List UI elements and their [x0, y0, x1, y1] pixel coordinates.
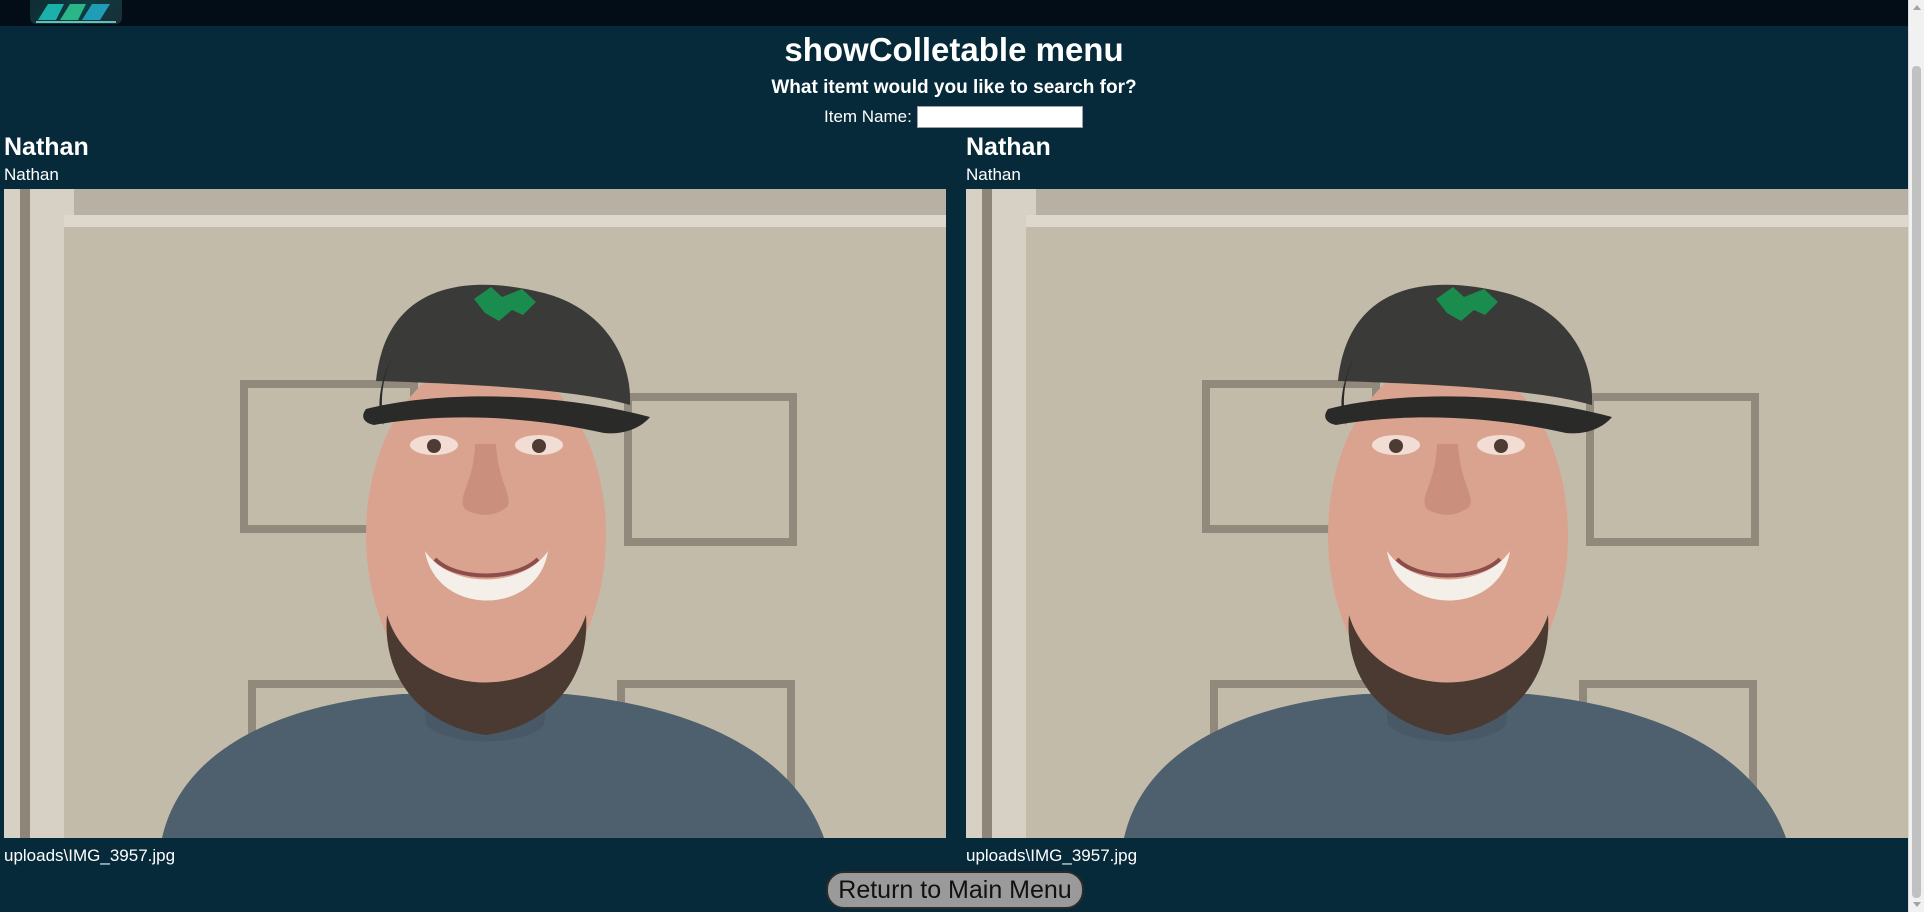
scrollbar-thumb[interactable] [1912, 66, 1921, 898]
app-logo-icon[interactable] [30, 0, 122, 24]
search-prompt: What itemt would you like to search for? [771, 77, 1137, 98]
collectable-photo [966, 189, 1908, 838]
collectable-subtitle: Nathan [4, 165, 59, 184]
collectable-card: Nathan Nathan uploads\IMG_3957.jpg [966, 131, 1908, 867]
collectable-image-path: uploads\IMG_3957.jpg [4, 846, 176, 865]
top-bar [0, 0, 1908, 26]
vertical-scrollbar[interactable] [1908, 0, 1924, 912]
item-name-input[interactable] [916, 106, 1083, 128]
return-to-main-menu-button[interactable]: Return to Main Menu [826, 871, 1084, 909]
page: showColletable menu What itemt would you… [0, 0, 1924, 912]
scroll-up-icon[interactable] [1913, 5, 1921, 10]
collectable-image-path: uploads\IMG_3957.jpg [966, 846, 1138, 865]
collectable-subtitle: Nathan [966, 165, 1021, 184]
scroll-down-icon[interactable] [1913, 902, 1921, 907]
collectable-title: Nathan [966, 133, 1051, 161]
collectable-title: Nathan [4, 133, 89, 161]
page-title: showColletable menu [784, 31, 1124, 68]
collectable-card: Nathan Nathan uploads\IMG_3957.jpg [4, 131, 946, 867]
item-name-label: Item Name: [824, 107, 912, 126]
search-row: Item Name: [824, 104, 1083, 130]
collectable-photo [4, 189, 946, 838]
